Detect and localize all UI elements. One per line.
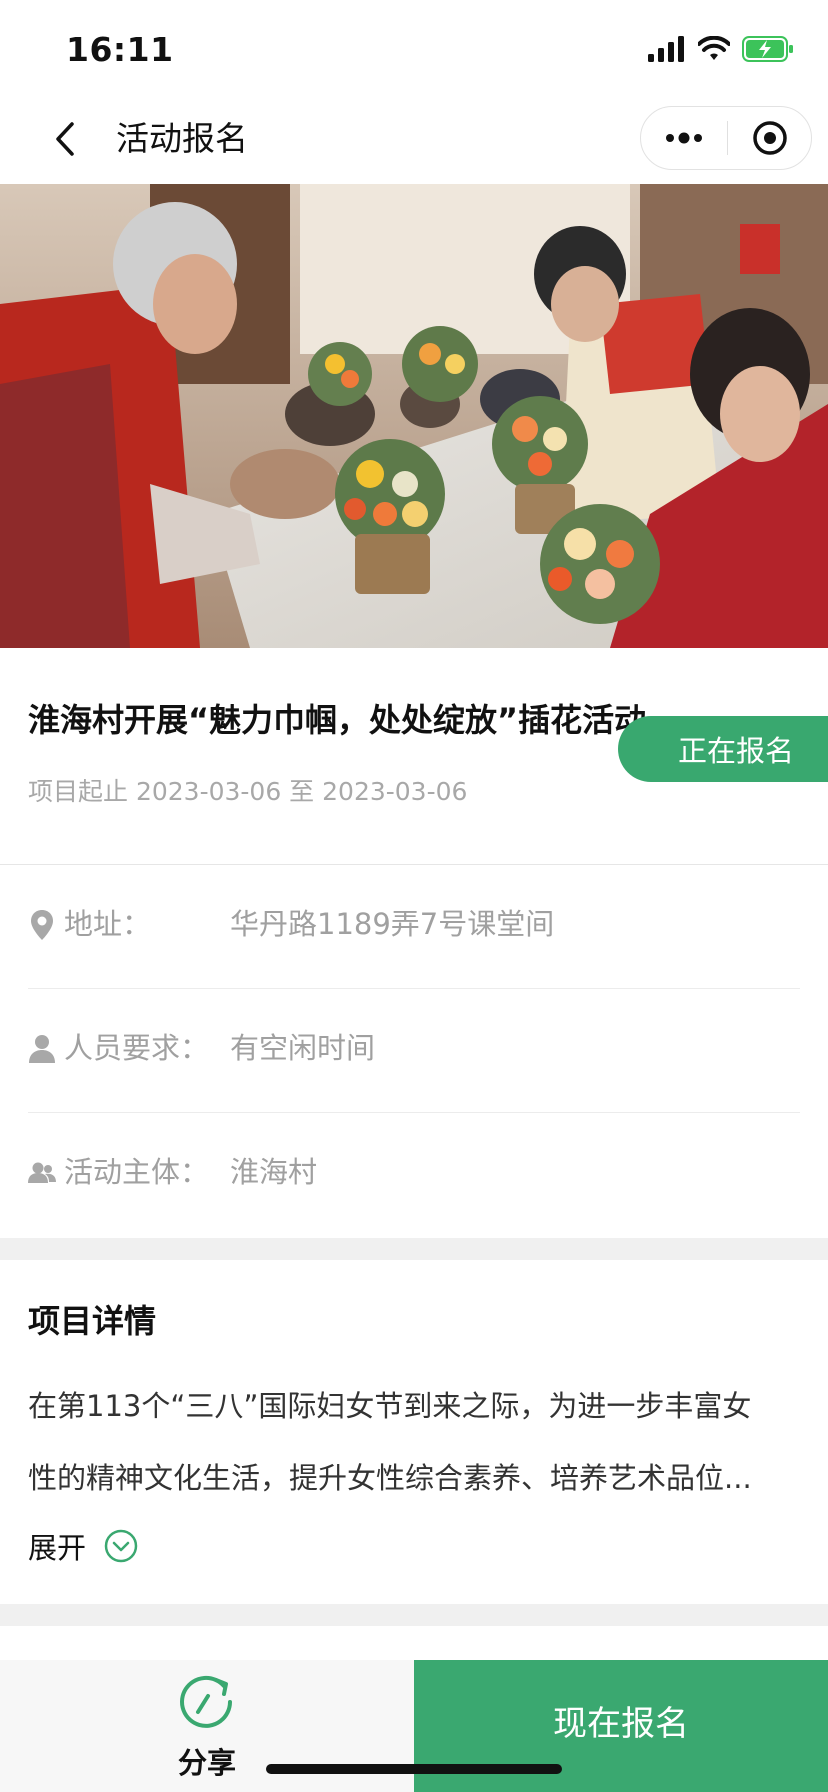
person-icon [28, 1033, 56, 1065]
share-icon [180, 1675, 232, 1728]
activity-title: 淮海村开展“魅力巾帼，处处绽放”插花活动 [28, 701, 647, 739]
signal-icon [648, 36, 684, 62]
info-row-organizer: 活动主体： 淮海村 [28, 1112, 800, 1236]
banner-image [0, 184, 828, 648]
project-details: 项目详情 在第113个“三八”国际妇女节到来之际，为进一步丰富女 性的精神文化生… [0, 1260, 828, 1604]
expand-label: 展开 [28, 1531, 87, 1565]
address-label: 地址： [64, 907, 152, 941]
requirement-label: 人员要求： [64, 1031, 210, 1065]
status-time: 16:11 [66, 30, 174, 69]
expand-button[interactable]: 展开 [28, 1526, 138, 1566]
organizer-label: 活动主体： [64, 1155, 210, 1189]
home-indicator [266, 1764, 562, 1774]
more-button[interactable] [641, 107, 727, 169]
activity-photo [0, 184, 828, 648]
activity-header: 淮海村开展“魅力巾帼，处处绽放”插花活动 项目起止 2023-03-06 至 2… [0, 648, 828, 864]
group-icon [28, 1157, 56, 1189]
location-pin-icon [28, 909, 56, 941]
activity-dates: 项目起止 2023-03-06 至 2023-03-06 [28, 777, 468, 806]
share-label: 分享 [177, 1746, 236, 1780]
details-text: 在第113个“三八”国际妇女节到来之际，为进一步丰富女 性的精神文化生活，提升女… [28, 1370, 800, 1514]
mini-program-capsule [640, 106, 812, 170]
battery-icon [742, 36, 793, 62]
details-heading: 项目详情 [28, 1302, 157, 1340]
info-row-address: 地址： 华丹路1189弄7号课堂间 [28, 864, 800, 988]
details-line: 在第113个“三八”国际妇女节到来之际，为进一步丰富女 [28, 1389, 752, 1423]
nav-bar: 活动报名 [0, 96, 828, 184]
chevron-left-icon [56, 122, 74, 156]
wifi-icon [698, 36, 730, 60]
target-close-icon [753, 121, 787, 155]
details-line: 性的精神文化生活，提升女性综合素养、培养艺术品位... [28, 1461, 752, 1495]
status-icons [648, 34, 794, 64]
address-value: 华丹路1189弄7号课堂间 [230, 907, 555, 941]
organizer-value: 淮海村 [230, 1155, 318, 1189]
more-dots-icon [666, 132, 702, 144]
status-badge: 正在报名 [618, 716, 828, 782]
section-gap [0, 1604, 828, 1626]
page-title: 活动报名 [116, 119, 248, 158]
back-button[interactable] [40, 114, 90, 164]
requirement-value: 有空闲时间 [230, 1031, 376, 1065]
chevron-down-circle-icon [104, 1529, 138, 1563]
info-row-requirement: 人员要求： 有空闲时间 [28, 988, 800, 1112]
status-bar: 16:11 [0, 0, 828, 96]
section-gap [0, 1238, 828, 1260]
close-mini-program-button[interactable] [728, 107, 812, 169]
